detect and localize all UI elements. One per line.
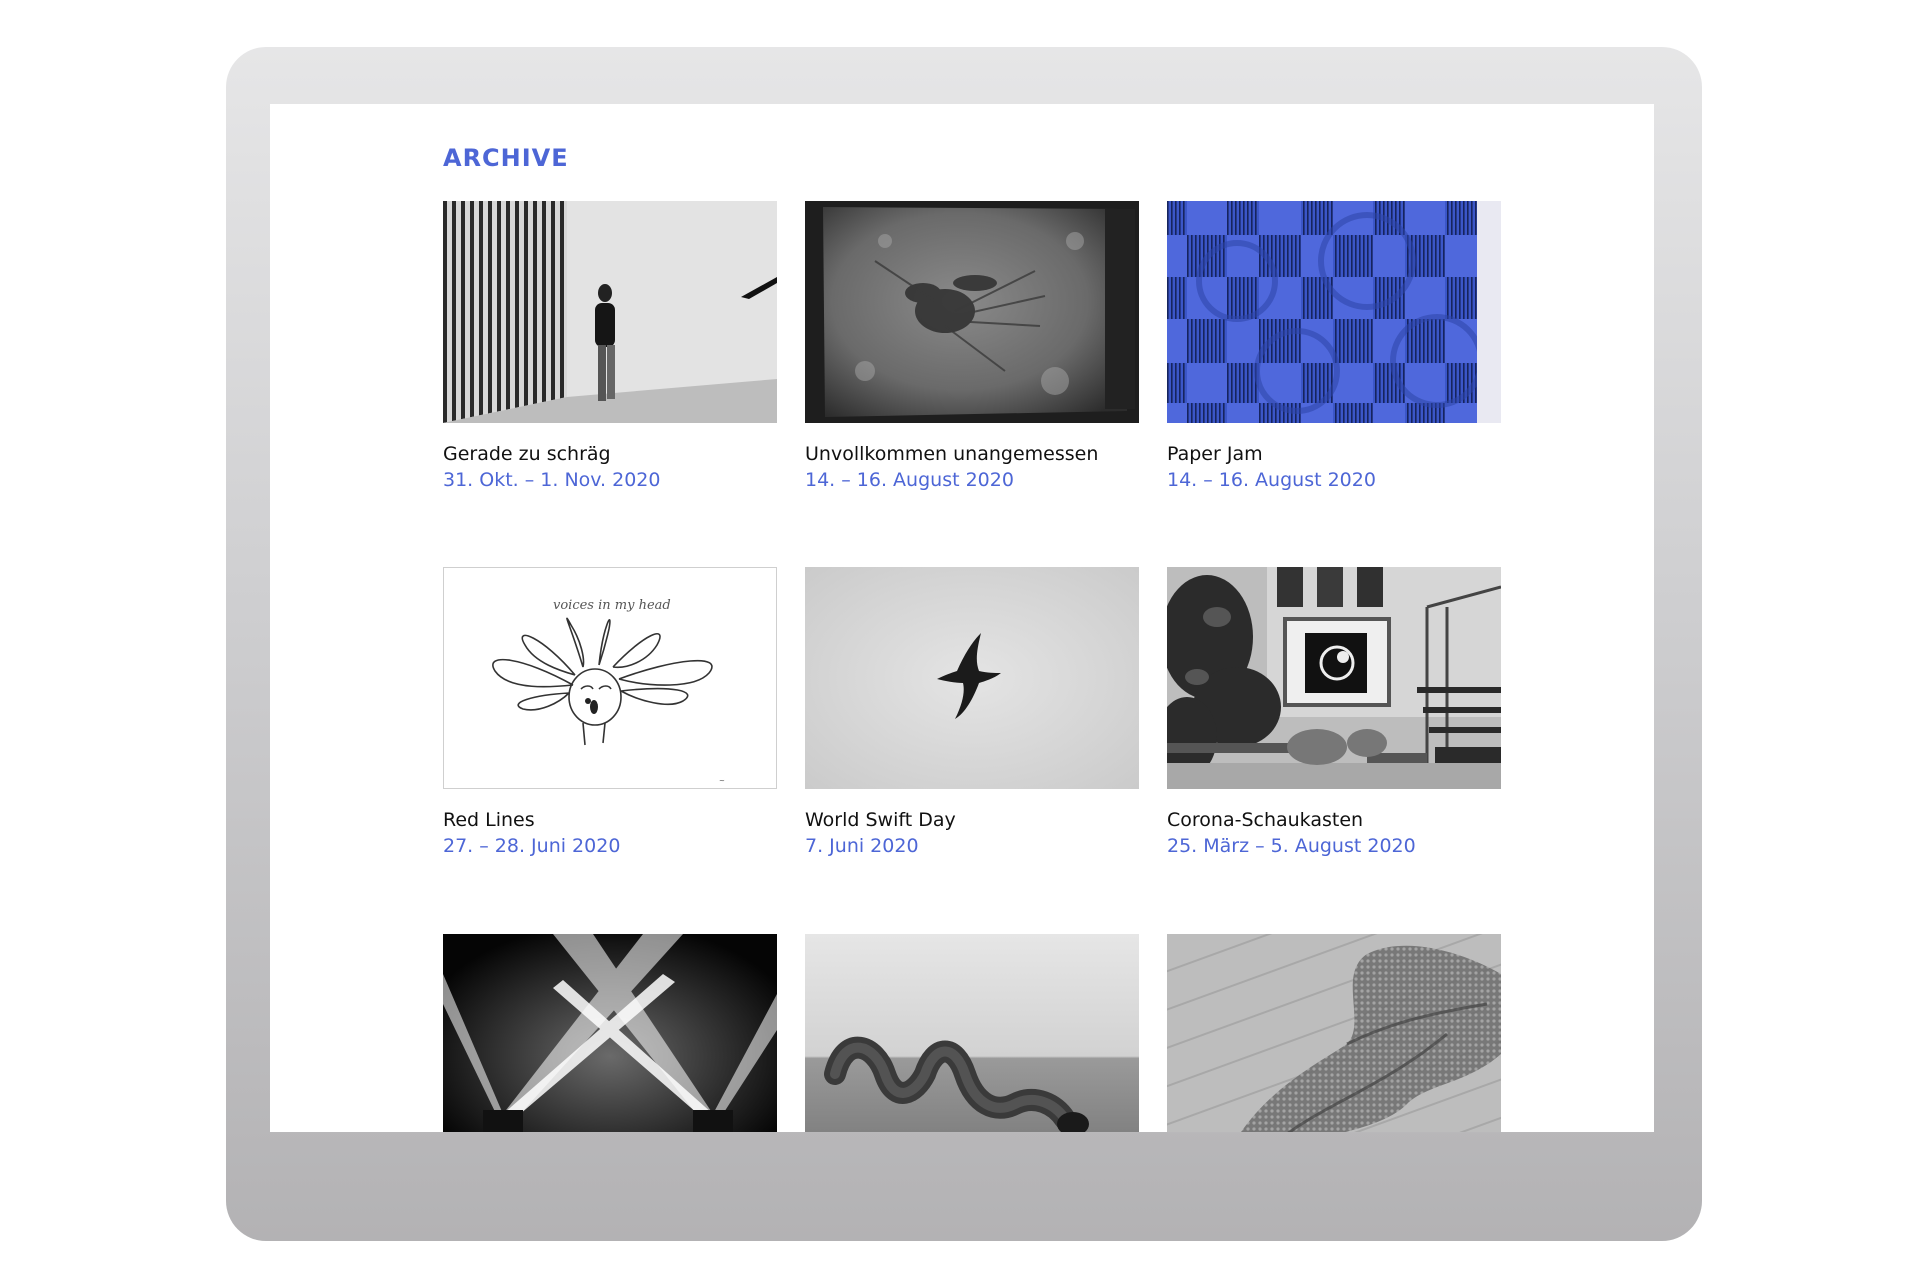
archive-thumbnail-paper-jam[interactable]: [1167, 201, 1501, 423]
archive-card[interactable]: [443, 934, 777, 1132]
archive-card[interactable]: voices in my head ~ Red Lines 27. – 28. …: [443, 567, 777, 857]
archive-card-title[interactable]: Paper Jam: [1167, 443, 1263, 465]
archive-card-title[interactable]: Gerade zu schräg: [443, 443, 611, 465]
archive-card[interactable]: [805, 934, 1139, 1132]
archive-card-date: 7. Juni 2020: [805, 835, 919, 857]
archive-thumbnail-gerade-zu-schraeg[interactable]: [443, 201, 777, 423]
archive-card[interactable]: Corona-Schaukasten 25. März – 5. August …: [1167, 567, 1501, 857]
browser-viewport: ARCHIVE Gerade zu schräg 31. Okt. – 1. N…: [270, 104, 1654, 1132]
archive-card-date: 25. März – 5. August 2020: [1167, 835, 1416, 857]
drawing-caption: voices in my head: [553, 598, 671, 613]
archive-card-title[interactable]: Corona-Schaukasten: [1167, 809, 1363, 831]
archive-card-date: 14. – 16. August 2020: [1167, 469, 1376, 491]
archive-thumbnail-unvollkommen[interactable]: [805, 201, 1139, 423]
archive-card[interactable]: Unvollkommen unangemessen 14. – 16. Augu…: [805, 201, 1139, 491]
archive-thumbnail-tube-sculpture[interactable]: [805, 934, 1139, 1132]
archive-card-date: 31. Okt. – 1. Nov. 2020: [443, 469, 661, 491]
archive-card-title[interactable]: Red Lines: [443, 809, 535, 831]
archive-card-title[interactable]: World Swift Day: [805, 809, 956, 831]
archive-card[interactable]: Gerade zu schräg 31. Okt. – 1. Nov. 2020: [443, 201, 777, 491]
archive-card-date: 14. – 16. August 2020: [805, 469, 1014, 491]
archive-thumbnail-red-lines[interactable]: voices in my head ~: [443, 567, 777, 789]
archive-thumbnail-light-beams[interactable]: [443, 934, 777, 1132]
archive-card[interactable]: Paper Jam 14. – 16. August 2020: [1167, 201, 1501, 491]
archive-card[interactable]: World Swift Day 7. Juni 2020: [805, 567, 1139, 857]
page-title: ARCHIVE: [443, 144, 569, 172]
archive-card-title[interactable]: Unvollkommen unangemessen: [805, 443, 1098, 465]
screen-bottom-edge: [270, 1132, 1654, 1133]
archive-thumbnail-world-swift-day[interactable]: [805, 567, 1139, 789]
archive-card-date: 27. – 28. Juni 2020: [443, 835, 621, 857]
archive-thumbnail-mesh-fabric[interactable]: [1167, 934, 1501, 1132]
svg-text:~: ~: [719, 777, 725, 785]
archive-thumbnail-corona-schaukasten[interactable]: [1167, 567, 1501, 789]
archive-card[interactable]: [1167, 934, 1501, 1132]
